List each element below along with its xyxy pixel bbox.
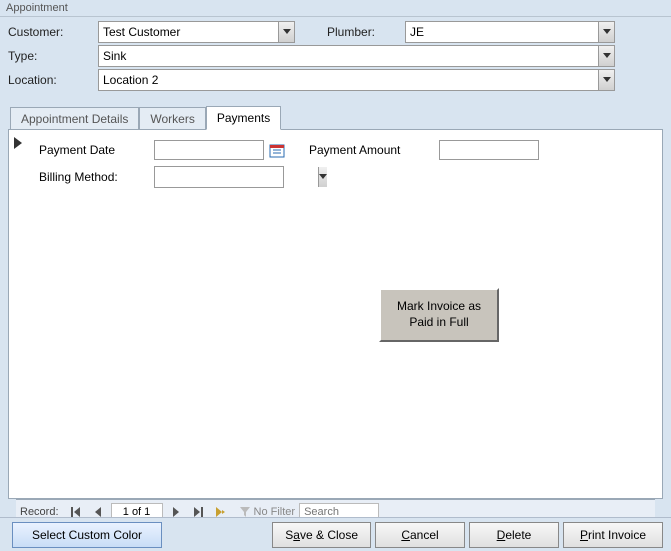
customer-label: Customer: bbox=[6, 25, 98, 39]
customer-input[interactable] bbox=[99, 22, 278, 42]
payment-date-label: Payment Date bbox=[39, 143, 154, 157]
billing-method-input[interactable] bbox=[155, 167, 318, 187]
location-combo[interactable] bbox=[98, 69, 615, 91]
delete-button[interactable]: Delete bbox=[469, 522, 559, 548]
payment-date-picker-btn[interactable] bbox=[267, 140, 287, 160]
tab-workers[interactable]: Workers bbox=[139, 107, 205, 130]
type-input[interactable] bbox=[99, 46, 598, 66]
billing-method-combo[interactable] bbox=[154, 166, 284, 188]
last-icon bbox=[193, 507, 203, 517]
new-record-icon bbox=[215, 507, 225, 517]
cancel-button[interactable]: Cancel bbox=[375, 522, 465, 548]
mark-paid-button[interactable]: Mark Invoice as Paid in Full bbox=[379, 288, 499, 342]
chevron-down-icon bbox=[603, 29, 611, 35]
chevron-down-icon bbox=[319, 174, 327, 180]
plumber-dropdown-btn[interactable] bbox=[598, 22, 614, 42]
filter-icon bbox=[239, 506, 251, 518]
tab-appointment-details[interactable]: Appointment Details bbox=[10, 107, 139, 130]
first-icon bbox=[71, 507, 81, 517]
type-label: Type: bbox=[6, 49, 98, 63]
next-icon bbox=[172, 507, 180, 517]
footer-bar: Select Custom Color Save & Close Cancel … bbox=[0, 517, 671, 551]
tabs-header: Appointment Details Workers Payments bbox=[8, 105, 663, 129]
type-dropdown-btn[interactable] bbox=[598, 46, 614, 66]
type-combo[interactable] bbox=[98, 45, 615, 67]
nav-filter-label: No Filter bbox=[254, 506, 296, 518]
location-label: Location: bbox=[6, 73, 98, 87]
tab-payments[interactable]: Payments bbox=[206, 106, 281, 130]
select-color-button[interactable]: Select Custom Color bbox=[12, 522, 162, 548]
payment-date-input[interactable] bbox=[154, 140, 264, 160]
payment-amount-input[interactable] bbox=[439, 140, 539, 160]
prev-icon bbox=[94, 507, 102, 517]
print-invoice-button[interactable]: Print Invoice bbox=[563, 522, 663, 548]
nav-filter: No Filter bbox=[239, 506, 296, 518]
chevron-down-icon bbox=[283, 29, 291, 35]
header-form: Customer: Plumber: Type: bbox=[0, 17, 671, 95]
plumber-combo[interactable] bbox=[405, 21, 615, 43]
customer-dropdown-btn[interactable] bbox=[278, 22, 294, 42]
location-dropdown-btn[interactable] bbox=[598, 70, 614, 90]
chevron-down-icon bbox=[603, 77, 611, 83]
plumber-label: Plumber: bbox=[325, 25, 405, 39]
billing-method-label: Billing Method: bbox=[39, 170, 154, 184]
plumber-input[interactable] bbox=[406, 22, 598, 42]
appointment-window: Appointment Customer: Plumber: Type: bbox=[0, 0, 671, 551]
tabs: Appointment Details Workers Payments Pay… bbox=[8, 105, 663, 523]
billing-method-dropdown-btn[interactable] bbox=[318, 167, 327, 187]
payments-panel: Payment Date Payment Amount bbox=[8, 129, 663, 499]
window-title: Appointment bbox=[0, 0, 671, 17]
payment-amount-label: Payment Amount bbox=[309, 143, 439, 157]
customer-combo[interactable] bbox=[98, 21, 295, 43]
record-nav-label: Record: bbox=[20, 506, 59, 518]
save-close-button[interactable]: Save & Close bbox=[272, 522, 371, 548]
calendar-icon bbox=[269, 142, 285, 158]
location-input[interactable] bbox=[99, 70, 598, 90]
chevron-down-icon bbox=[603, 53, 611, 59]
